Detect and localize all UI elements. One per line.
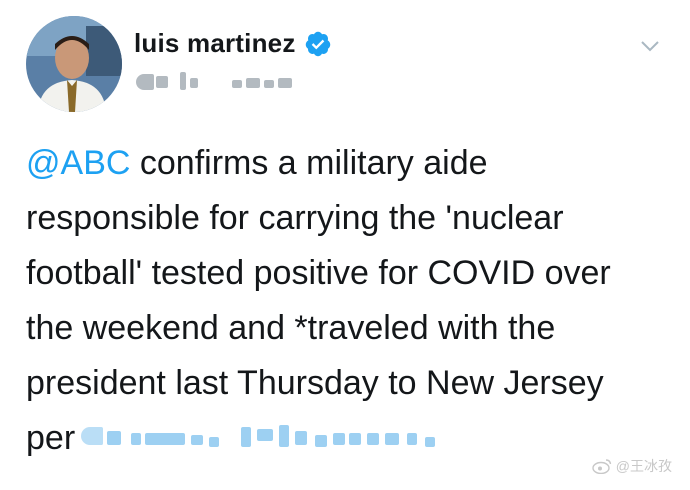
redaction-block <box>191 435 204 445</box>
tweet-text-line: per <box>26 419 76 457</box>
tweet-text-line: president last Thursday to New Jersey <box>26 364 604 402</box>
tweet-text-line: responsible for carrying the 'nuclear <box>26 199 564 237</box>
tweet-text-line: football' tested positive for COVID over <box>26 254 611 292</box>
redaction-block <box>407 433 418 445</box>
redaction-block <box>131 433 142 445</box>
watermark-text: @王冰孜 <box>615 458 672 474</box>
redaction-block <box>367 433 380 445</box>
redaction-block <box>209 437 220 447</box>
redaction-block <box>81 427 104 445</box>
tweet-card: luis martinez @ABC confirms a military a… <box>0 0 690 490</box>
tweet-text-line: the weekend and *traveled with the <box>26 309 556 347</box>
verified-badge-icon <box>304 30 332 58</box>
redaction-block <box>246 78 260 88</box>
redaction-block <box>145 433 186 445</box>
tweet-text-line: confirms a military aide <box>130 144 488 182</box>
redaction-block <box>180 72 186 90</box>
avatar-photo <box>26 16 122 112</box>
redaction-block <box>349 433 362 445</box>
avatar[interactable] <box>26 16 122 112</box>
author-handle-redacted <box>134 70 314 94</box>
watermark: @王冰孜 <box>592 456 672 476</box>
tweet-text: @ABC confirms a military aide responsibl… <box>26 136 676 466</box>
redaction-block <box>295 431 308 445</box>
redaction-block <box>385 433 400 445</box>
redaction-block <box>156 76 168 88</box>
weibo-logo-icon <box>592 458 612 475</box>
redaction-block <box>232 80 242 88</box>
redaction-block <box>278 78 292 88</box>
redaction-block <box>425 437 436 447</box>
redaction-block <box>107 431 122 445</box>
author-display-name[interactable]: luis martinez <box>134 28 296 59</box>
redaction-block <box>257 429 274 441</box>
redaction-block <box>315 435 328 447</box>
redaction-block <box>264 80 274 88</box>
redacted-mention-link[interactable] <box>81 423 461 453</box>
chevron-down-icon[interactable] <box>638 34 662 58</box>
redaction-block <box>333 433 346 445</box>
author-name-row: luis martinez <box>134 28 332 59</box>
redaction-block <box>190 78 198 88</box>
redaction-block <box>279 425 290 447</box>
mention-link[interactable]: @ABC <box>26 144 130 182</box>
redaction-block <box>241 427 252 447</box>
redaction-block <box>136 74 154 90</box>
